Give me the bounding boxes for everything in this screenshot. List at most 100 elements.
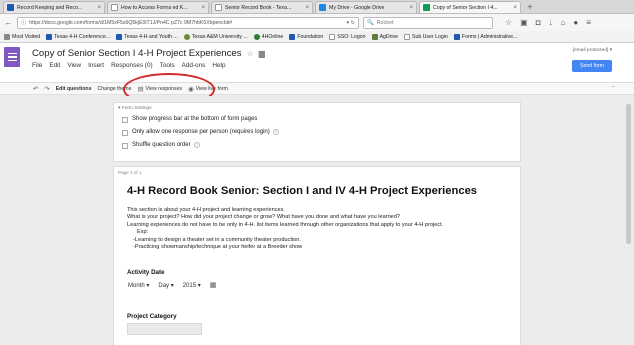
close-icon[interactable]: × [97,5,101,11]
tab-label: Record Keeping and Reco... [17,4,83,11]
bookmark-texas-4h-youth[interactable]: Texas 4-H and Youth ... [116,33,178,40]
star-icon[interactable]: ☆ [247,49,254,58]
bookmark-agdrive[interactable]: AgDrive [371,33,398,40]
new-tab-button[interactable]: + [523,1,537,13]
address-bar[interactable]: ⓘ https://docs.google.com/forms/d/1M5xF5… [17,16,359,29]
bookmark-texas-4h-conference[interactable]: Texas 4-H Conference... [46,33,111,40]
help-icon[interactable]: ? [272,129,279,135]
menu-bar: File Edit View Insert Responses (0) Tool… [32,62,226,69]
account-email[interactable]: [email protected] ▾ [573,48,612,53]
gear-icon [4,33,10,40]
favicon-icon [7,4,14,11]
shuffle-option: Shuffle question order? [132,142,200,148]
description-line: Exp: [137,229,149,236]
edit-questions-label: Edit questions [55,85,92,92]
day-select[interactable]: Day ▾ [158,282,173,289]
menu-file[interactable]: File [32,62,42,69]
shuffle-checkbox[interactable] [122,143,128,149]
reload-icon[interactable]: ▾ ↻ [347,20,355,26]
clover-icon [253,33,260,40]
calendar-icon[interactable]: ▦ [210,281,217,289]
browser-tab-copy-of-senior[interactable]: Copy of Senior Section I 4... × [419,1,521,13]
bookmarks-bar: Most Visited Texas 4-H Conference... Tex… [0,31,634,43]
send-form-button[interactable]: Send form [572,60,612,72]
bookmark-label: Texas 4-H Conference... [54,33,111,40]
page-icon [404,33,411,40]
description-line: -Learning to design a theater set in a c… [133,236,301,243]
month-select[interactable]: Month ▾ [128,282,149,289]
bookmark-sub-user-login[interactable]: Sub User Login [404,33,448,40]
one-response-checkbox[interactable] [122,130,128,136]
menu-add-ons[interactable]: Add-ons [182,62,206,69]
form-title[interactable]: 4-H Record Book Senior: Section I and IV… [127,185,477,197]
description-line: Learning experiences do not have to be o… [127,221,444,228]
undo-icon[interactable]: ↶ [33,85,38,93]
progress-bar-checkbox[interactable] [122,117,128,123]
bookmark-label: Texas 4-H and Youth ... [124,33,178,40]
browser-tab-my-drive[interactable]: My Drive - Google Drive × [315,1,417,13]
option-label: Only allow one response per person (requ… [132,129,270,135]
bookmark-sso-logon[interactable]: SSO: Logon [329,33,366,40]
forms-header: Copy of Senior Section I 4-H Project Exp… [0,43,634,83]
clipboard-icon[interactable]: ▣ [520,18,528,27]
bookmark-foundation[interactable]: Foundation [289,33,323,40]
browser-tab-how-to-access[interactable]: How to Access Forms ed K... × [107,1,209,13]
browser-toolbar-icons: ☆ ▣ ◘ ↓ ⌂ ● ≡ [505,18,591,27]
year-select[interactable]: 2015 ▾ [183,282,201,289]
document-title[interactable]: Copy of Senior Section I 4-H Project Exp… [32,48,242,59]
menu-responses[interactable]: Responses (0) [111,62,153,69]
browser-nav-bar: ← ⓘ https://docs.google.com/forms/d/1M5x… [0,14,634,31]
form-description[interactable]: This section is about your 4-H project a… [127,207,443,251]
lock-icon: ⓘ [21,20,27,26]
browser-tab-senior-record-book[interactable]: Senior Record Book - Texa... × [211,1,313,13]
menu-edit[interactable]: Edit [49,62,60,69]
close-icon[interactable]: × [513,5,517,11]
document-title-row: Copy of Senior Section I 4-H Project Exp… [32,48,265,59]
project-category-input[interactable] [127,323,202,335]
menu-tools[interactable]: Tools [160,62,175,69]
star-icon[interactable]: ☆ [505,18,512,27]
download-icon[interactable]: ↓ [549,18,553,27]
activity-date-label: Activity Date [127,269,165,276]
bookmark-label: Sub User Login [412,33,448,40]
collapse-icon[interactable]: ⌃ [611,85,616,92]
drive-icon [371,33,378,40]
close-icon[interactable]: × [409,5,413,11]
form-settings-toggle[interactable]: ▾ Form Settings [118,106,152,111]
search-text: Rocket [376,19,394,26]
scrollbar[interactable] [626,104,631,244]
menu-view[interactable]: View [67,62,81,69]
forms-logo-icon[interactable] [4,47,20,67]
menu-help[interactable]: Help [212,62,225,69]
edit-questions-button[interactable]: Edit questions [56,86,92,92]
form-page-card: Page 1 of 1 4-H Record Book Senior: Sect… [113,166,521,345]
bookmark-forms-admin[interactable]: Forms | Administrative... [453,33,518,40]
home-icon[interactable]: ⌂ [561,18,566,27]
bookmark-label: Forms | Administrative... [461,33,518,40]
search-input[interactable]: 🔍 Rocket [363,16,493,29]
browser-tab-record-keeping[interactable]: Record Keeping and Reco... × [3,1,105,13]
menu-icon[interactable]: ≡ [586,18,591,27]
shield-icon[interactable]: ● [573,18,578,27]
bookmark-4honline[interactable]: 4HOnline [253,33,284,40]
tab-label: Senior Record Book - Texa... [225,4,292,11]
page-label: Page 1 of 1 [118,170,142,175]
bookmark-label: 4HOnline [261,33,284,40]
redo-icon[interactable]: ↷ [44,85,49,93]
help-icon[interactable]: ? [193,142,200,148]
description-line: What is your project? How did your proje… [127,214,401,221]
back-arrow-icon[interactable]: ← [4,18,13,27]
bookmark-icon [289,33,296,40]
bookmark-most-visited[interactable]: Most Visited [4,33,40,40]
bookmark-label: Texas A&M University ... [191,33,248,40]
page-icon [329,33,336,40]
pocket-icon[interactable]: ◘ [536,18,541,27]
folder-icon[interactable]: ▆ [259,49,265,58]
close-icon[interactable]: × [305,5,309,11]
menu-insert[interactable]: Insert [88,62,104,69]
activity-date-picker: Month ▾ Day ▾ 2015 ▾ ▦ [128,281,216,289]
bookmark-texas-am[interactable]: Texas A&M University ... [183,33,248,40]
page-icon [215,4,222,11]
search-icon: 🔍 [367,19,374,26]
close-icon[interactable]: × [201,5,205,11]
